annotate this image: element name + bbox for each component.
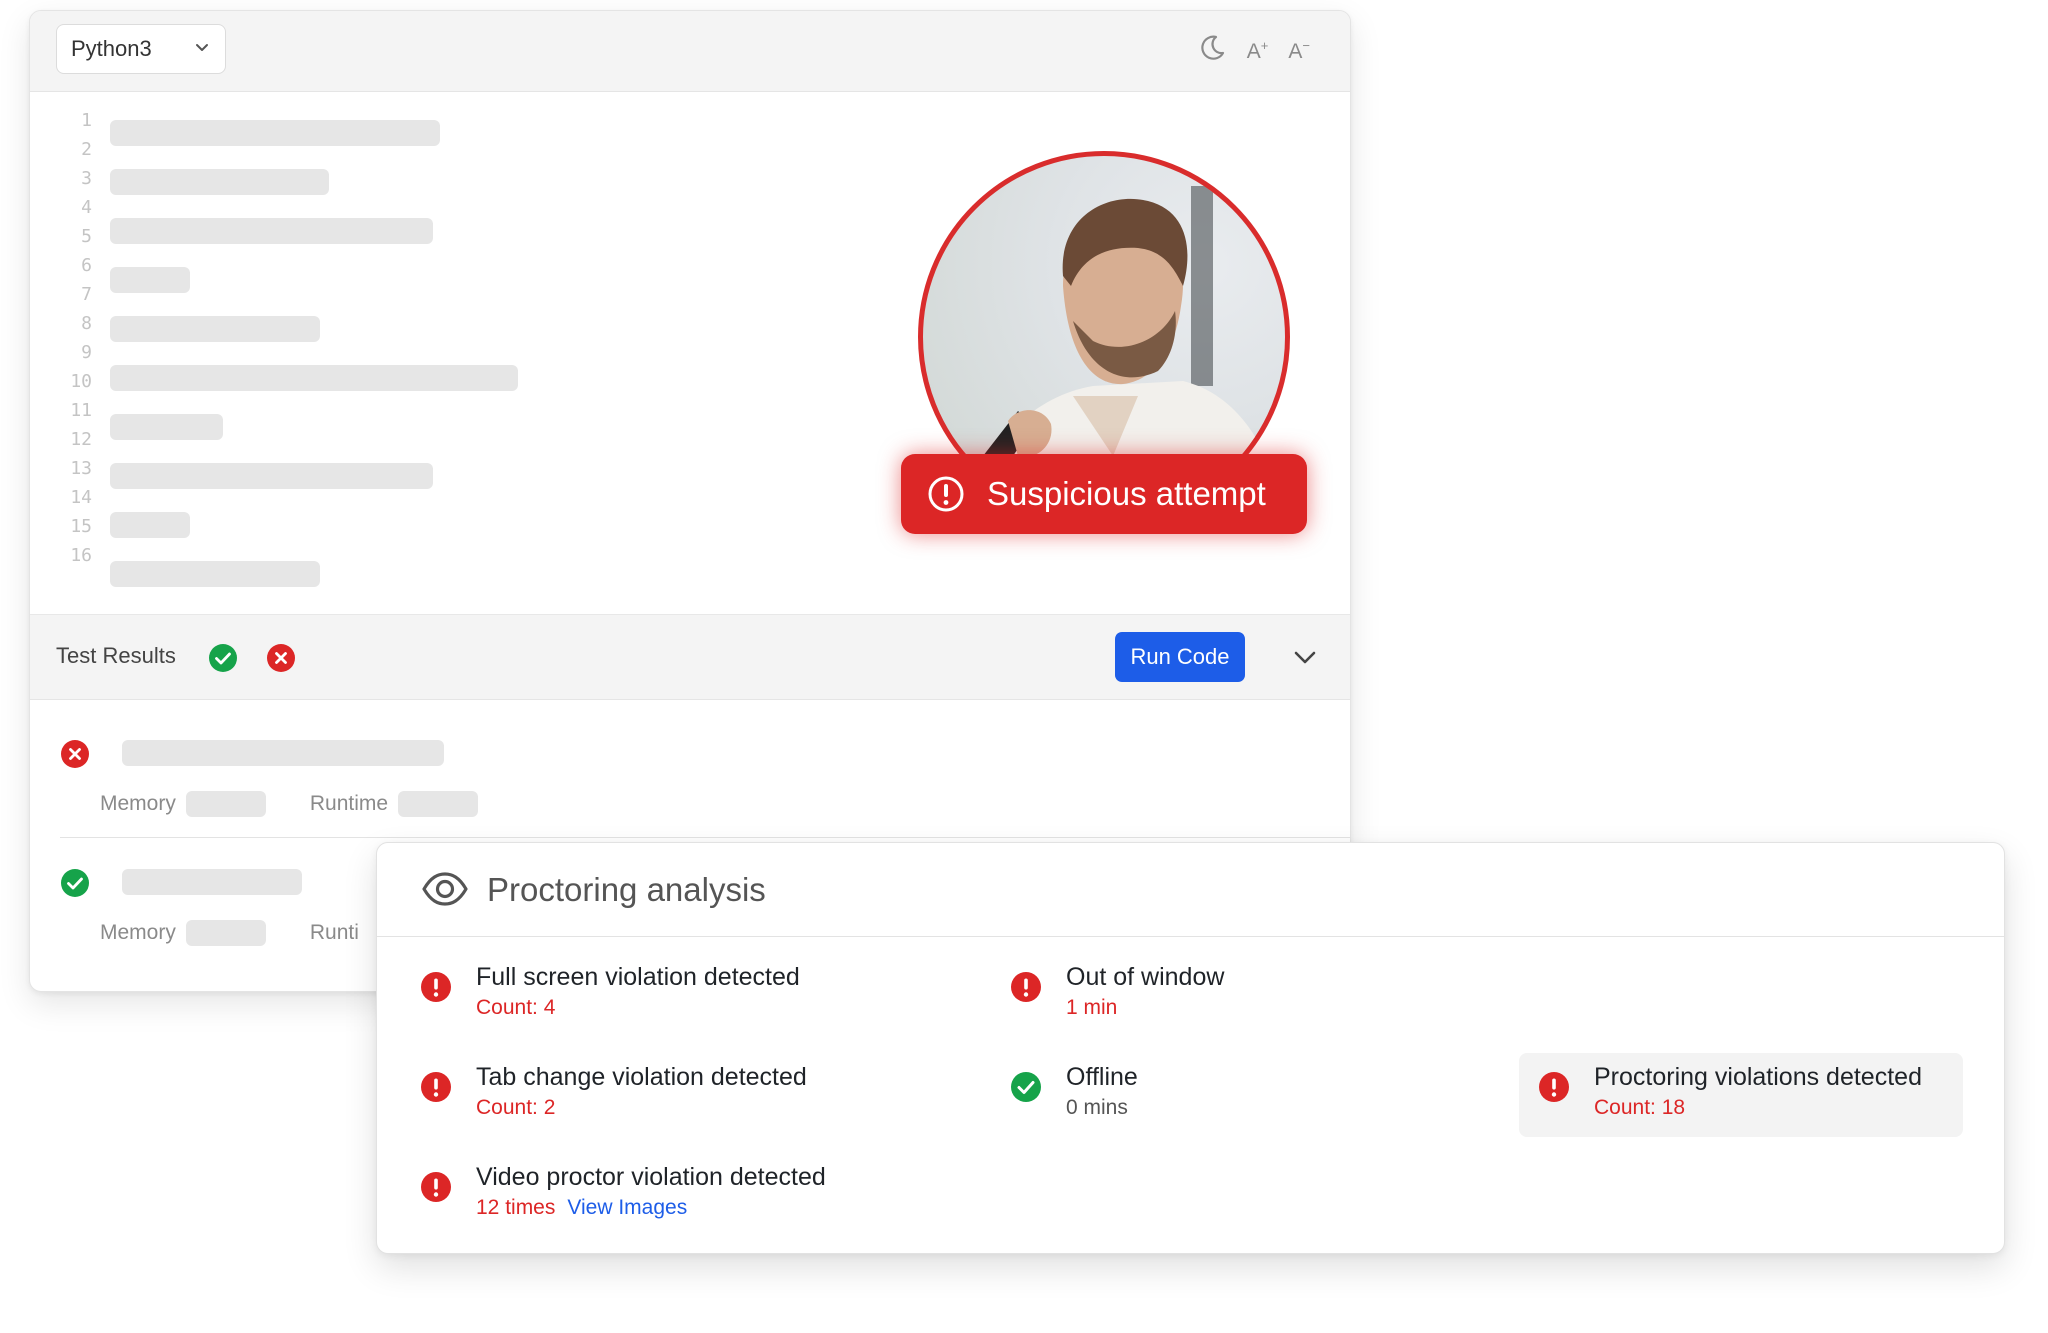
violation-detail: 12 times <box>476 1196 556 1219</box>
line-number: 7 <box>81 284 92 305</box>
divider <box>60 837 1350 838</box>
violation-title: Video proctor violation detected <box>476 1163 826 1191</box>
line-number: 9 <box>81 342 92 363</box>
violation-title: Offline <box>1066 1063 1138 1091</box>
line-number: 10 <box>70 371 92 392</box>
alert-circle-icon <box>420 971 452 1008</box>
violation-detail: 0 mins <box>1066 1096 1128 1119</box>
language-select-value: Python3 <box>71 36 152 61</box>
check-circle-icon[interactable] <box>208 643 238 678</box>
language-select[interactable]: Python3 <box>56 24 226 74</box>
x-circle-icon[interactable] <box>266 643 296 678</box>
runtime-label: Runtime <box>309 792 389 815</box>
code-line-placeholder <box>110 120 440 146</box>
violation-title: Full screen violation detected <box>476 963 800 991</box>
test-results-label: Test Results <box>56 643 176 668</box>
memory-label: Memory <box>100 921 176 944</box>
proctoring-title: Proctoring analysis <box>487 871 766 908</box>
alert-circle-icon <box>1538 1071 1570 1108</box>
font-decrease-icon[interactable]: A− <box>1288 38 1310 64</box>
moon-icon[interactable] <box>1197 33 1227 69</box>
alert-circle-icon <box>420 1171 452 1208</box>
runtime-label: Runti <box>309 921 359 944</box>
violation-detail: Count: 4 <box>476 996 556 1019</box>
test-results-bar: Test Results Run Code <box>30 614 1350 700</box>
chevron-down-icon[interactable] <box>1292 645 1318 676</box>
suspicious-attempt-alert: Suspicious attempt <box>901 454 1307 534</box>
code-line-placeholder <box>110 365 518 391</box>
test-name-placeholder <box>122 740 444 766</box>
violation-title: Tab change violation detected <box>476 1063 807 1091</box>
violation-detail: Count: 18 <box>1594 1096 1686 1119</box>
proctoring-header: Proctoring analysis <box>377 843 2004 937</box>
line-number: 4 <box>81 197 92 218</box>
line-number: 12 <box>70 429 92 450</box>
test-meta: Memory Runtime <box>100 791 522 817</box>
line-number: 13 <box>70 458 92 479</box>
line-number: 8 <box>81 313 92 334</box>
line-number-gutter: 1 2 3 4 5 6 7 8 9 10 11 12 13 14 15 16 <box>60 106 92 570</box>
check-circle-icon <box>60 868 90 903</box>
line-number: 5 <box>81 226 92 247</box>
runtime-value-placeholder <box>398 791 479 817</box>
x-circle-icon <box>60 739 90 774</box>
violation-detail: 1 min <box>1066 996 1118 1019</box>
violation-title: Out of window <box>1066 963 1225 991</box>
line-number: 14 <box>70 487 92 508</box>
test-meta: Memory Runti <box>100 920 359 946</box>
line-number: 2 <box>81 139 92 160</box>
check-circle-icon <box>1010 1071 1042 1108</box>
code-line-placeholder <box>110 267 190 293</box>
alert-text: Suspicious attempt <box>987 475 1266 512</box>
run-code-button[interactable]: Run Code <box>1115 632 1245 682</box>
memory-value-placeholder <box>185 791 266 817</box>
alert-circle-icon <box>1010 971 1042 1008</box>
alert-circle-icon <box>420 1071 452 1108</box>
line-number: 11 <box>70 400 92 421</box>
line-number: 15 <box>70 516 92 537</box>
font-increase-icon[interactable]: A+ <box>1247 38 1269 64</box>
line-number: 3 <box>81 168 92 189</box>
font-increase-label: A <box>1246 40 1261 63</box>
test-name-placeholder <box>122 869 302 895</box>
line-number: 1 <box>81 110 92 131</box>
chevron-down-icon <box>193 36 211 62</box>
code-line-placeholder <box>110 316 320 342</box>
line-number: 16 <box>70 545 92 566</box>
violation-detail: Count: 2 <box>476 1096 556 1119</box>
line-number: 6 <box>81 255 92 276</box>
view-images-link[interactable]: View Images <box>567 1196 687 1219</box>
font-decrease-label: A <box>1288 40 1303 63</box>
code-line-placeholder <box>110 169 329 195</box>
editor-toolbar: Python3 A+ A− <box>30 11 1350 92</box>
code-line-placeholder <box>110 463 433 489</box>
violation-title: Proctoring violations detected <box>1594 1063 1922 1091</box>
alert-circle-icon <box>927 475 965 513</box>
eye-icon <box>421 871 469 912</box>
memory-value-placeholder <box>185 920 266 946</box>
proctoring-analysis-panel: Proctoring analysis Full screen violatio… <box>376 842 2005 1254</box>
code-line-placeholder <box>110 218 433 244</box>
code-line-placeholder <box>110 561 320 587</box>
code-line-placeholder <box>110 512 190 538</box>
code-line-placeholder <box>110 414 223 440</box>
memory-label: Memory <box>100 792 176 815</box>
